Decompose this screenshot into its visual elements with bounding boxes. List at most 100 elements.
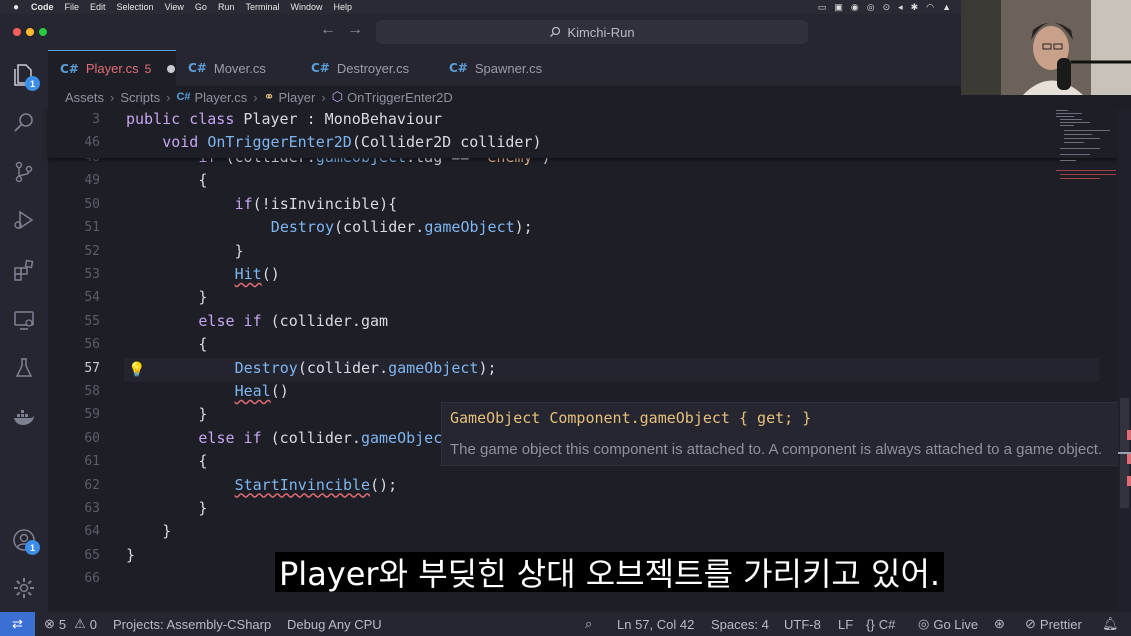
csharp-file-icon: C# <box>176 91 191 103</box>
cursor-position[interactable]: Ln 57, Col 42 <box>617 612 694 636</box>
menu-window[interactable]: Window <box>290 2 322 12</box>
code-line[interactable]: } <box>235 242 244 260</box>
search-icon[interactable] <box>12 110 36 134</box>
tab-player-cs[interactable]: C# Player.cs 5 <box>48 50 176 86</box>
remote-explorer-icon[interactable] <box>12 308 36 332</box>
line-number: 60 <box>84 430 100 446</box>
code-line[interactable]: } <box>198 499 207 517</box>
grammarly-icon[interactable]: ◎ <box>867 2 875 13</box>
command-center-label: Kimchi-Run <box>567 24 635 40</box>
tab-label: Mover.cs <box>213 60 266 76</box>
menu-selection[interactable]: Selection <box>117 2 154 12</box>
chevron-right-icon: › <box>253 89 258 105</box>
menu-view[interactable]: View <box>165 2 184 12</box>
accounts-badge: 1 <box>25 540 40 555</box>
zoom-window-button[interactable] <box>39 28 47 36</box>
menu-edit[interactable]: Edit <box>90 2 106 12</box>
gear-icon[interactable] <box>12 576 36 600</box>
menu-go[interactable]: Go <box>195 2 207 12</box>
source-control-icon[interactable] <box>12 160 36 184</box>
code-line[interactable]: } <box>198 288 207 306</box>
breadcrumb-scripts[interactable]: Scripts <box>120 90 160 105</box>
code-line[interactable]: Destroy(collider.gameObject); <box>271 218 533 236</box>
code-line[interactable]: { <box>198 452 207 470</box>
copilot-icon[interactable]: ⊛ <box>994 612 1005 636</box>
code-editor[interactable]: 48if (collider.gameObject.tag == "enemy"… <box>48 108 1131 612</box>
bell-icon[interactable]: 🔔︎ <box>1102 612 1119 636</box>
input-source-icon[interactable]: ▲ <box>942 2 951 12</box>
code-line[interactable]: Hit() <box>235 265 280 283</box>
back-arrow-icon[interactable]: ← <box>320 21 336 39</box>
screen-record-icon[interactable]: ▭ <box>818 2 827 13</box>
line-number: 51 <box>84 220 100 236</box>
menu-help[interactable]: Help <box>333 2 352 12</box>
breadcrumb-class[interactable]: Player <box>279 90 316 105</box>
line-ending[interactable]: LF <box>838 612 853 636</box>
line-number: 49 <box>84 173 100 189</box>
indentation[interactable]: Spaces: 4 <box>711 612 769 636</box>
broadcast-icon: ◎ <box>918 616 930 631</box>
breadcrumb-method[interactable]: OnTriggerEnter2D <box>347 90 453 105</box>
minimize-window-button[interactable] <box>26 28 34 36</box>
code-line[interactable]: StartInvincible(); <box>235 476 398 494</box>
tab-spawner-cs[interactable]: C# Spawner.cs <box>449 50 542 86</box>
sticky-code-line[interactable]: public class Player : MonoBehaviour <box>126 110 442 128</box>
close-window-button[interactable] <box>13 28 21 36</box>
zoom-icon[interactable]: ⌕ <box>585 612 592 636</box>
language-label: C# <box>878 616 896 632</box>
code-line[interactable]: if(!isInvincible){ <box>235 195 398 213</box>
unsaved-dot-icon[interactable] <box>167 64 176 73</box>
code-line[interactable]: } <box>126 546 135 564</box>
vertical-scrollbar[interactable] <box>1118 108 1131 612</box>
run-debug-icon[interactable] <box>12 208 36 232</box>
sticky-code-line[interactable]: void OnTriggerEnter2D(Collider2D collide… <box>162 133 541 151</box>
breadcrumb-file[interactable]: Player.cs <box>195 90 248 105</box>
code-line[interactable]: { <box>198 171 207 189</box>
menu-terminal[interactable]: Terminal <box>245 2 279 12</box>
menu-app[interactable]: Code <box>31 2 54 12</box>
line-number: 54 <box>84 290 100 306</box>
bluetooth-icon[interactable]: ✱ <box>911 2 919 13</box>
code-line[interactable]: } <box>198 405 207 423</box>
forward-arrow-icon[interactable]: → <box>347 21 363 39</box>
activity-bar: 1 1 <box>0 50 48 612</box>
minimap[interactable] <box>1052 108 1118 188</box>
build-config[interactable]: Debug Any CPU <box>287 612 382 636</box>
project-indicator[interactable]: Projects: Assembly-CSharp <box>113 612 271 636</box>
line-number: 61 <box>84 454 100 470</box>
command-center-search[interactable]: Kimchi-Run <box>376 20 808 44</box>
method-icon: ⬡ <box>331 89 344 104</box>
encoding[interactable]: UTF-8 <box>784 612 821 636</box>
sticky-scroll: 3 public class Player : MonoBehaviour 46 vo… <box>48 108 1118 158</box>
volume-icon[interactable]: ◂ <box>898 2 903 13</box>
docker-icon[interactable] <box>12 406 36 430</box>
line-number: 65 <box>84 547 100 563</box>
wifi-icon[interactable]: ◠ <box>926 2 934 13</box>
testing-icon[interactable] <box>12 356 36 380</box>
menu-file[interactable]: File <box>65 2 80 12</box>
warning-count: 0 <box>89 616 98 632</box>
language-mode[interactable]: {} C# <box>866 612 895 636</box>
code-line[interactable]: else if (collider.gam <box>198 312 388 330</box>
extension-icon[interactable]: ◉ <box>851 2 859 13</box>
code-line[interactable]: Destroy(collider.gameObject); <box>235 359 497 377</box>
prettier-button[interactable]: ⊘ Prettier <box>1025 612 1082 636</box>
line-number: 59 <box>84 407 100 423</box>
apple-icon[interactable]: ● <box>10 2 22 13</box>
code-line[interactable]: } <box>162 522 171 540</box>
remote-indicator-icon[interactable]: ⇄ <box>0 612 35 636</box>
problems-indicator[interactable]: ⊗ 5 ⚠ 0 <box>44 612 97 636</box>
breadcrumb-assets[interactable]: Assets <box>65 90 104 105</box>
hover-signature: GameObject Component.gameObject { get; } <box>450 409 811 427</box>
tab-destroyer-cs[interactable]: C# Destroyer.cs <box>311 50 409 86</box>
hover-signature-text: GameObject Component.gameObject { get; } <box>450 409 812 427</box>
extensions-icon[interactable] <box>12 258 36 282</box>
tab-mover-cs[interactable]: C# Mover.cs <box>188 50 266 86</box>
go-live-button[interactable]: ◎ Go Live <box>918 612 978 636</box>
code-line[interactable]: { <box>198 335 207 353</box>
location-icon[interactable]: ⊙ <box>883 2 891 13</box>
menu-run[interactable]: Run <box>218 2 235 12</box>
display-icon[interactable]: ▣ <box>834 2 843 13</box>
lightbulb-icon[interactable]: 💡 <box>128 362 145 378</box>
code-line[interactable]: Heal() <box>235 382 289 400</box>
